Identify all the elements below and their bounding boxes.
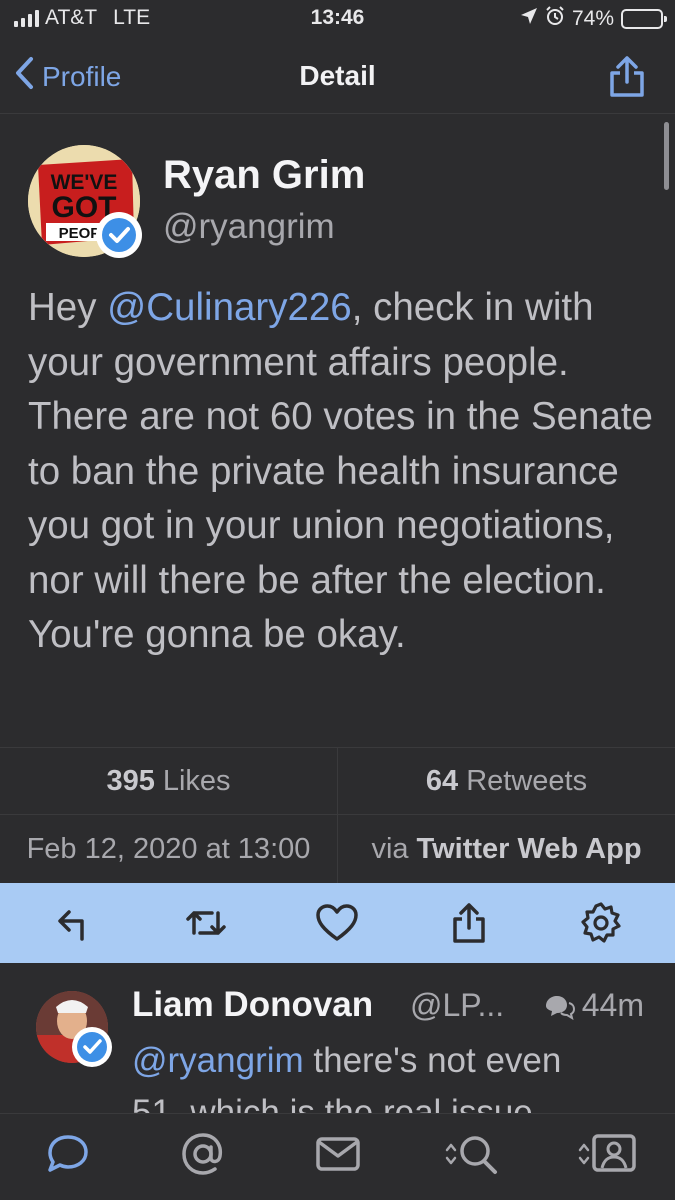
tweet-text: Hey @Culinary226, check in with your gov… bbox=[28, 281, 658, 663]
retweet-button[interactable] bbox=[178, 895, 234, 951]
retweets-label: Retweets bbox=[466, 764, 588, 797]
scrollbar[interactable] bbox=[664, 122, 669, 190]
conversation-icon bbox=[545, 995, 575, 1020]
tweet-stats: 395 Likes 64 Retweets bbox=[0, 747, 675, 815]
reply-button[interactable] bbox=[46, 895, 102, 951]
tab-profile[interactable] bbox=[568, 1124, 648, 1184]
tweet-date: Feb 12, 2020 at 13:00 bbox=[26, 832, 311, 865]
reply-time: 44m bbox=[542, 987, 644, 1024]
status-bar: AT&T LTE 13:46 74% bbox=[0, 0, 675, 40]
tweet-detail: WE'VE GOT PEOPL Ryan Grim @ryangrim Hey … bbox=[0, 115, 675, 747]
tweet-text-body: , check in with your government affairs … bbox=[28, 286, 653, 656]
reply-icon bbox=[58, 910, 84, 941]
action-bar bbox=[0, 883, 675, 963]
likes-stat[interactable]: 395 Likes bbox=[0, 748, 337, 814]
like-button[interactable] bbox=[309, 895, 365, 951]
reply-header: Liam Donovan @LP... 44m bbox=[132, 985, 652, 1029]
tab-timeline[interactable] bbox=[28, 1124, 108, 1184]
share-icon bbox=[453, 903, 486, 943]
likes-count: 395 bbox=[106, 764, 155, 797]
reply-text-line2: 51, which is the real issue bbox=[132, 1093, 533, 1113]
reply-author-name[interactable]: Liam Donovan bbox=[132, 985, 373, 1025]
battery-icon bbox=[621, 9, 667, 29]
like-icon bbox=[316, 904, 359, 941]
verified-badge-icon bbox=[72, 1027, 112, 1067]
status-right: 74% bbox=[520, 6, 667, 32]
nav-bar: Profile Detail bbox=[0, 40, 675, 114]
reply-text-line1: there's not even bbox=[303, 1041, 562, 1080]
location-icon bbox=[520, 7, 538, 31]
profile-icon bbox=[578, 1134, 636, 1172]
battery-percent: 74% bbox=[571, 7, 614, 30]
reply-mention-link[interactable]: @ryangrim bbox=[132, 1041, 304, 1080]
share-tweet-button[interactable] bbox=[441, 895, 497, 951]
reply-author-handle[interactable]: @LP... bbox=[410, 987, 504, 1024]
tab-mentions[interactable] bbox=[163, 1124, 243, 1184]
source-name: Twitter Web App bbox=[416, 832, 642, 865]
reply-item[interactable]: Liam Donovan @LP... 44m @ryangrim there'… bbox=[0, 963, 675, 1113]
tab-messages[interactable] bbox=[298, 1124, 378, 1184]
settings-icon bbox=[581, 902, 621, 943]
messages-icon bbox=[315, 1137, 360, 1171]
settings-button[interactable] bbox=[573, 895, 629, 951]
tab-bar bbox=[0, 1113, 675, 1200]
mentions-icon bbox=[181, 1133, 222, 1175]
retweets-stat[interactable]: 64 Retweets bbox=[337, 748, 675, 814]
mention-link[interactable]: @Culinary226 bbox=[107, 286, 352, 329]
tweet-meta: Feb 12, 2020 at 13:00 via Twitter Web Ap… bbox=[0, 815, 675, 883]
author-name[interactable]: Ryan Grim bbox=[163, 153, 365, 198]
search-icon bbox=[445, 1136, 497, 1174]
reply-time-label: 44m bbox=[581, 987, 644, 1023]
share-icon bbox=[610, 56, 644, 97]
share-button[interactable] bbox=[607, 54, 647, 103]
tab-search[interactable] bbox=[433, 1124, 513, 1184]
alarm-icon bbox=[545, 6, 565, 32]
likes-label: Likes bbox=[162, 764, 231, 797]
via-label: via bbox=[371, 832, 409, 865]
verified-badge-icon bbox=[96, 212, 142, 258]
chat-icon bbox=[47, 1135, 88, 1172]
author-handle[interactable]: @ryangrim bbox=[163, 207, 335, 247]
page-title: Detail bbox=[299, 60, 376, 91]
reply-text: @ryangrim there's not even 51, which is t… bbox=[132, 1035, 642, 1113]
tweet-source[interactable]: via Twitter Web App bbox=[337, 815, 675, 883]
tweet-text-prefix: Hey bbox=[28, 286, 108, 329]
retweet-icon bbox=[185, 911, 226, 935]
retweets-count: 64 bbox=[425, 764, 459, 797]
